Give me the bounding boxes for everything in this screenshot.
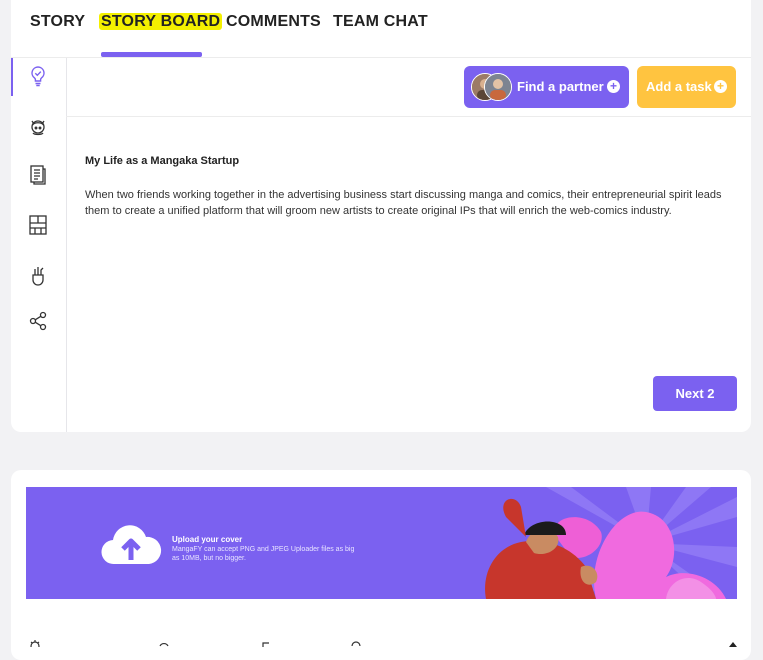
plus-circle-icon: +: [714, 80, 727, 93]
tool-icon[interactable]: [259, 634, 273, 647]
partner-avatars: [471, 73, 512, 101]
add-task-button[interactable]: Add a task +: [637, 66, 736, 108]
avatar: [484, 73, 512, 101]
upload-cover-banner[interactable]: Upload your cover MangaFY can accept PNG…: [26, 487, 737, 599]
cover-upload-card: Upload your cover MangaFY can accept PNG…: [11, 470, 751, 660]
upload-title: Upload your cover: [172, 535, 243, 544]
info-icon[interactable]: [349, 634, 363, 647]
tab-comments[interactable]: COMMENTS: [226, 13, 321, 31]
storyboard-panels-icon[interactable]: [26, 213, 50, 237]
story-title: My Life as a Mangaka Startup: [85, 155, 240, 167]
pin-icon[interactable]: [726, 634, 740, 647]
side-tool-rail: [11, 58, 67, 432]
document-icon[interactable]: [26, 163, 50, 187]
find-partner-label: Find a partner: [517, 79, 604, 94]
story-toolbar: Find a partner + Add a task +: [66, 58, 751, 117]
history-icon[interactable]: [157, 634, 171, 647]
character-icon[interactable]: [26, 116, 50, 140]
upload-description: MangaFY can accept PNG and JPEG Uploader…: [172, 546, 355, 562]
tab-bar: STORY STORY BOARD COMMENTS TEAM CHAT: [11, 0, 751, 58]
tab-story[interactable]: STORY: [30, 13, 85, 31]
side-active-indicator: [11, 58, 13, 96]
settings-icon[interactable]: [28, 634, 42, 651]
plus-circle-icon: +: [607, 80, 620, 93]
tab-story-board[interactable]: STORY BOARD: [99, 13, 223, 31]
tab-team-chat[interactable]: TEAM CHAT: [333, 13, 428, 31]
active-tab-indicator: [101, 52, 202, 57]
share-icon[interactable]: [26, 309, 50, 333]
cloud-upload-icon: [100, 520, 162, 566]
brush-cup-icon[interactable]: [26, 263, 50, 287]
lightbulb-check-icon[interactable]: [26, 64, 50, 88]
next-button[interactable]: Next 2: [653, 376, 737, 411]
story-board-card: STORY STORY BOARD COMMENTS TEAM CHAT Fin…: [11, 0, 751, 432]
add-task-label: Add a task: [646, 79, 712, 94]
story-description: When two friends working together in the…: [85, 189, 722, 217]
find-partner-button[interactable]: Find a partner +: [464, 66, 629, 108]
